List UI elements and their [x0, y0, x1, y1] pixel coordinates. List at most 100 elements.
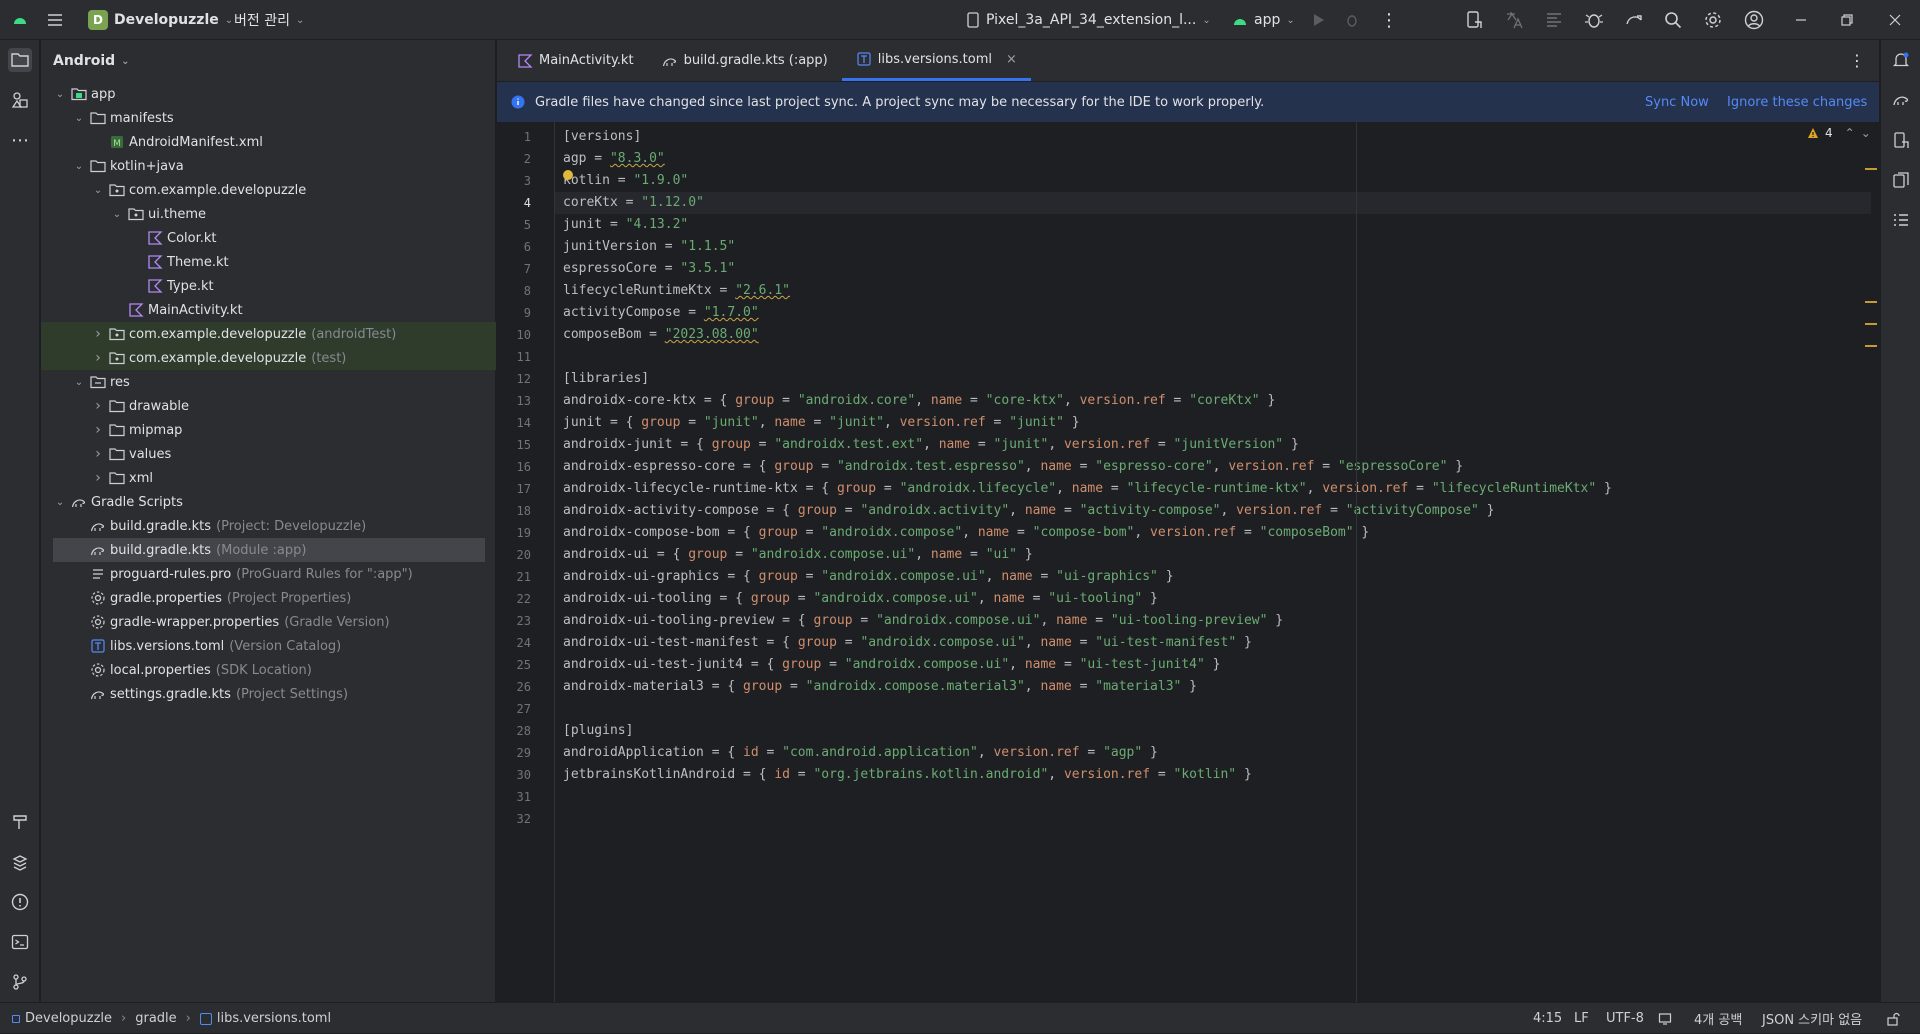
search-button[interactable]	[1664, 0, 1682, 40]
code-editor[interactable]: 1 2 3 4 5 6 7 8 9 10 11 12 13 14 15 16 17 18 19 20 21 22 23 24 2…	[497, 122, 1879, 1002]
tree-item[interactable]: ⌄ app	[41, 82, 496, 106]
layout-inspector-button[interactable]	[1544, 0, 1564, 40]
chevron-down-icon[interactable]: ⌄	[72, 113, 86, 124]
line-number: 17	[516, 482, 531, 496]
tree-item[interactable]: ⌄ kotlin+java	[41, 154, 496, 178]
debug-button[interactable]	[1344, 0, 1360, 40]
tree-item-hint: (test)	[311, 350, 347, 366]
chevron-down-icon[interactable]: ⌄	[110, 209, 124, 220]
breadcrumb-folder[interactable]: gradle	[135, 1011, 176, 1026]
tree-item[interactable]: › com.example.developuzzle (test)	[41, 346, 496, 370]
more-tools-button[interactable]: ⋯	[8, 128, 32, 152]
tree-item[interactable]: › com.example.developuzzle (androidTest)	[41, 322, 496, 346]
project-switcher[interactable]: D Developuzzle ⌄	[88, 0, 233, 40]
tree-item[interactable]: ⌄ manifests	[41, 106, 496, 130]
device-manager-button[interactable]	[1464, 0, 1484, 40]
minimize-button[interactable]	[1794, 0, 1808, 40]
structure-button[interactable]	[1889, 208, 1913, 232]
settings-button[interactable]	[1704, 0, 1722, 40]
warning-stripe[interactable]	[1865, 345, 1877, 347]
logcat-button[interactable]	[8, 850, 32, 874]
terminal-button[interactable]	[8, 930, 32, 954]
version-control-button[interactable]	[8, 970, 32, 994]
problems-button[interactable]	[8, 890, 32, 914]
sync-gradle-button[interactable]	[1624, 0, 1644, 40]
project-view-selector[interactable]: Android ⌄	[41, 40, 495, 82]
translate-button[interactable]	[1504, 0, 1524, 40]
chevron-down-icon[interactable]: ⌄	[1861, 126, 1871, 140]
main-menu-button[interactable]	[46, 0, 64, 40]
vcs-menu[interactable]: 버전 관리 ⌄	[234, 0, 304, 40]
ignore-changes-link[interactable]: Ignore these changes	[1727, 95, 1867, 110]
warning-stripe[interactable]	[1865, 168, 1877, 170]
tree-item[interactable]: libs.versions.toml (Version Catalog)	[41, 634, 496, 658]
more-actions-button[interactable]: ⋮	[1380, 0, 1398, 40]
caret-position[interactable]: 4:15	[1533, 1003, 1562, 1034]
tree-item[interactable]: ⌄ res	[41, 370, 496, 394]
tree-item[interactable]: ⌄ com.example.developuzzle	[41, 178, 496, 202]
close-tab-icon[interactable]: ×	[1006, 52, 1017, 67]
breadcrumb-file[interactable]: libs.versions.toml	[217, 1011, 331, 1026]
run-config-selector[interactable]: app ⌄	[1232, 0, 1295, 40]
device-selector[interactable]: Pixel_3a_API_34_extension_l... ⌄	[966, 0, 1211, 40]
device-manager-tool-button[interactable]	[1889, 128, 1913, 152]
chevron-right-icon[interactable]: ›	[91, 398, 105, 414]
running-devices-button[interactable]	[1889, 168, 1913, 192]
chevron-right-icon[interactable]: ›	[91, 470, 105, 486]
tree-item[interactable]: build.gradle.kts (Project: Developuzzle)	[41, 514, 496, 538]
tree-item[interactable]: build.gradle.kts (Module :app)	[53, 538, 485, 562]
lightbulb-icon[interactable]	[563, 170, 573, 180]
close-window-button[interactable]	[1888, 0, 1902, 40]
account-button[interactable]	[1744, 0, 1764, 40]
line-ending[interactable]: LF	[1574, 1003, 1589, 1034]
file-encoding[interactable]: UTF-8	[1606, 1003, 1644, 1034]
tree-item[interactable]: gradle-wrapper.properties (Gradle Version…	[41, 610, 496, 634]
chevron-down-icon[interactable]: ⌄	[72, 161, 86, 172]
run-button[interactable]	[1310, 0, 1326, 40]
chevron-right-icon[interactable]: ›	[91, 350, 105, 366]
chevron-down-icon[interactable]: ⌄	[72, 377, 86, 388]
chevron-up-icon[interactable]: ⌃	[1845, 126, 1855, 140]
warning-stripe[interactable]	[1865, 323, 1877, 325]
tree-item[interactable]: gradle.properties (Project Properties)	[41, 586, 496, 610]
project-tool-button[interactable]	[8, 48, 32, 72]
readonly-toggle[interactable]	[1658, 1003, 1672, 1034]
tab-actions-button[interactable]: ⋮	[1849, 51, 1865, 70]
sync-now-link[interactable]: Sync Now	[1645, 95, 1709, 110]
json-schema[interactable]: JSON 스키마 없음	[1762, 1003, 1862, 1034]
tree-item[interactable]: settings.gradle.kts (Project Settings)	[41, 682, 496, 706]
tree-item[interactable]: Color.kt	[41, 226, 496, 250]
editor-tab[interactable]: MainActivity.kt	[503, 40, 648, 81]
breadcrumb-project[interactable]: Developuzzle	[25, 1011, 112, 1026]
tree-item[interactable]: › xml	[41, 466, 496, 490]
tree-item[interactable]: M AndroidManifest.xml	[41, 130, 496, 154]
warning-stripe[interactable]	[1865, 301, 1877, 303]
chevron-down-icon[interactable]: ⌄	[53, 497, 67, 508]
editor-tab[interactable]: libs.versions.toml ×	[841, 40, 1031, 81]
tree-item[interactable]: proguard-rules.pro (ProGuard Rules for ":…	[41, 562, 496, 586]
tree-item[interactable]: ⌄ Gradle Scripts	[41, 490, 496, 514]
tree-item[interactable]: local.properties (SDK Location)	[41, 658, 496, 682]
tree-item[interactable]: Theme.kt	[41, 250, 496, 274]
inspection-widget[interactable]: 4 ⌃ ⌄	[1807, 126, 1871, 140]
chevron-right-icon[interactable]: ›	[91, 422, 105, 438]
gradle-tool-button[interactable]	[1889, 88, 1913, 112]
tree-item[interactable]: › values	[41, 442, 496, 466]
tree-item[interactable]: ⌄ ui.theme	[41, 202, 496, 226]
chevron-down-icon[interactable]: ⌄	[91, 185, 105, 196]
build-variants-button[interactable]	[8, 810, 32, 834]
indent-setting[interactable]: 4개 공백	[1694, 1003, 1742, 1034]
chevron-down-icon[interactable]: ⌄	[53, 89, 67, 100]
chevron-right-icon[interactable]: ›	[91, 446, 105, 462]
tree-item[interactable]: Type.kt	[41, 274, 496, 298]
resource-manager-button[interactable]	[8, 88, 32, 112]
notifications-button[interactable]	[1889, 48, 1913, 72]
tree-item[interactable]: › mipmap	[41, 418, 496, 442]
tree-item[interactable]: › drawable	[41, 394, 496, 418]
editor-tab[interactable]: build.gradle.kts (:app)	[648, 40, 842, 81]
app-inspection-button[interactable]	[1584, 0, 1604, 40]
lock-button[interactable]	[1886, 1003, 1900, 1034]
tree-item[interactable]: MainActivity.kt	[41, 298, 496, 322]
restore-button[interactable]	[1840, 0, 1854, 40]
chevron-right-icon[interactable]: ›	[91, 326, 105, 342]
